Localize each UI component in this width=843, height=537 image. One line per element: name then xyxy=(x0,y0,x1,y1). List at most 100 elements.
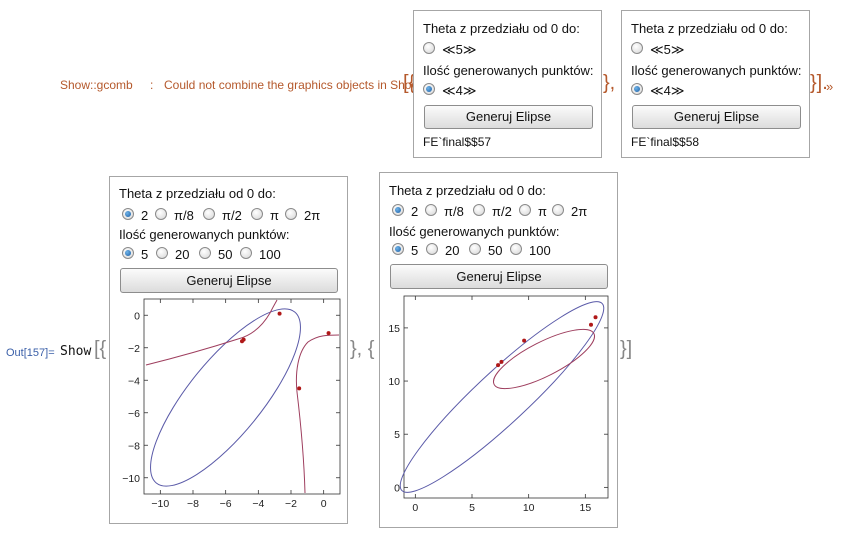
y-tick-label: −2 xyxy=(128,343,140,355)
points-option-label: 20 xyxy=(445,243,460,258)
points-option-label: 50 xyxy=(218,247,233,262)
theta-option-label: π/2 xyxy=(492,204,512,219)
points-option-label: 20 xyxy=(175,247,190,262)
points-radio[interactable] xyxy=(423,83,435,95)
points-value: ≪4≫ xyxy=(442,83,477,98)
theta-option-1[interactable] xyxy=(122,208,134,220)
x-tick-label: −10 xyxy=(151,498,169,510)
theta-option-label: 2 xyxy=(411,204,419,219)
points-option-1[interactable] xyxy=(392,243,404,255)
points-option-3[interactable] xyxy=(469,243,481,255)
plot-frame xyxy=(143,298,341,495)
output-open-bracket: [{ xyxy=(94,338,107,360)
ellipse-plot-2: 0 5 10 15 15 10 5 0 xyxy=(388,295,609,514)
points-option-4[interactable] xyxy=(240,247,252,259)
points-option-label: 5 xyxy=(411,243,419,258)
points-option-2[interactable] xyxy=(426,243,438,255)
generate-ellipse-button[interactable]: Generuj Elipse xyxy=(424,105,593,129)
y-tick-label: 0 xyxy=(134,310,140,322)
data-point xyxy=(499,359,504,364)
generate-ellipse-button[interactable]: Generuj Elipse xyxy=(632,105,801,129)
points-option-label: 100 xyxy=(529,243,551,258)
data-point xyxy=(240,339,244,344)
theta-option-label: 2π xyxy=(304,208,321,223)
theta-label: Theta z przedziału od 0 do: xyxy=(119,186,276,201)
points-option-label: 5 xyxy=(141,247,149,262)
x-tick-label: 0 xyxy=(412,502,418,514)
top-panel-1: Theta z przedziału od 0 do: ≪5≫ Ilość ge… xyxy=(413,10,602,158)
points-value: ≪4≫ xyxy=(650,83,685,98)
x-tick-label: −8 xyxy=(187,498,199,510)
data-point xyxy=(496,363,501,368)
error-text: Could not combine the graphics objects i… xyxy=(164,78,421,92)
show-function[interactable]: Show xyxy=(60,344,91,359)
theta-option-label: π/2 xyxy=(222,208,242,223)
theta-option-5[interactable] xyxy=(552,204,564,216)
theta-option-label: 2 xyxy=(141,208,149,223)
panel-footer: FE`final$$57 xyxy=(423,135,492,149)
output-between: }, { xyxy=(350,338,375,360)
theta-option-3[interactable] xyxy=(203,208,215,220)
theta-option-label: π xyxy=(538,204,547,219)
y-tick-label: 0 xyxy=(394,482,400,494)
data-point xyxy=(522,338,527,343)
points-label: Ilość generowanych punktów: xyxy=(119,227,290,242)
y-tick-label: 15 xyxy=(388,323,400,335)
theta-option-2[interactable] xyxy=(425,204,437,216)
data-point xyxy=(277,311,282,316)
error-tag[interactable]: Show::gcomb xyxy=(60,78,133,92)
more-icon[interactable]: » xyxy=(826,79,833,94)
points-option-label: 50 xyxy=(488,243,503,258)
x-tick-label: −2 xyxy=(285,498,297,510)
theta-option-label: π/8 xyxy=(174,208,194,223)
data-point xyxy=(326,331,331,336)
theta-option-label: π/8 xyxy=(444,204,464,219)
data-point xyxy=(593,315,598,320)
theta-option-5[interactable] xyxy=(285,208,297,220)
generate-ellipse-button[interactable]: Generuj Elipse xyxy=(120,268,338,293)
generate-ellipse-button[interactable]: Generuj Elipse xyxy=(390,264,608,289)
panel-footer: FE`final$$58 xyxy=(631,135,700,149)
points-option-3[interactable] xyxy=(199,247,211,259)
x-tick-label: −6 xyxy=(220,498,232,510)
y-tick-label: 10 xyxy=(388,376,400,388)
theta-label: Theta z przedziału od 0 do: xyxy=(423,21,580,36)
theta-option-3[interactable] xyxy=(473,204,485,216)
theta-value: ≪5≫ xyxy=(442,42,477,57)
theta-label: Theta z przedziału od 0 do: xyxy=(389,183,546,198)
theta-option-label: π xyxy=(270,208,279,223)
data-point xyxy=(589,322,593,327)
theta-radio[interactable] xyxy=(631,42,643,54)
ellipse-panel-1: Theta z przedziału od 0 do: 2 π/8 π/2 π … xyxy=(109,176,348,524)
points-label: Ilość generowanych punktów: xyxy=(631,63,802,78)
theta-option-4[interactable] xyxy=(251,208,263,220)
ellipse-panel-2: Theta z przedziału od 0 do: 2 π/8 π/2 π … xyxy=(379,172,618,528)
points-option-1[interactable] xyxy=(122,247,134,259)
theta-radio[interactable] xyxy=(423,42,435,54)
theta-label: Theta z przedziału od 0 do: xyxy=(631,21,788,36)
x-tick-label: 5 xyxy=(469,502,475,514)
x-tick-label: 0 xyxy=(321,498,327,510)
y-tick-label: 5 xyxy=(394,429,400,441)
ellipse-plot-1: −10 −8 −6 −4 −2 0 0 −2 −4 −6 −8 −10 xyxy=(122,298,341,510)
x-tick-label: 10 xyxy=(523,502,535,514)
x-tick-label: 15 xyxy=(579,502,591,514)
data-point xyxy=(297,386,302,391)
y-tick-label: −8 xyxy=(128,440,140,452)
points-option-label: 100 xyxy=(259,247,281,262)
theta-option-2[interactable] xyxy=(155,208,167,220)
points-radio[interactable] xyxy=(631,83,643,95)
x-tick-label: −4 xyxy=(252,498,264,510)
points-option-4[interactable] xyxy=(510,243,522,255)
plot-frame xyxy=(403,295,609,499)
theta-option-4[interactable] xyxy=(519,204,531,216)
theta-option-1[interactable] xyxy=(392,204,404,216)
y-tick-label: −6 xyxy=(128,408,140,420)
points-label: Ilość generowanych punktów: xyxy=(423,63,594,78)
output-close-bracket: }] xyxy=(620,338,633,360)
theta-option-label: 2π xyxy=(571,204,588,219)
points-label: Ilość generowanych punktów: xyxy=(389,224,560,239)
error-separator: : xyxy=(150,78,154,92)
points-option-2[interactable] xyxy=(156,247,168,259)
theta-value: ≪5≫ xyxy=(650,42,685,57)
